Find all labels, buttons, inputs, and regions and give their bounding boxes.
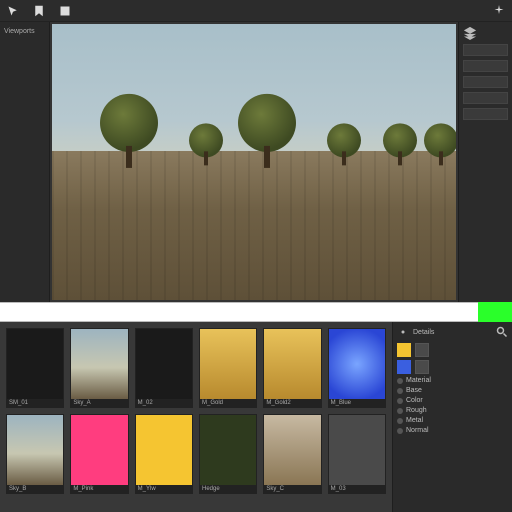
right-rail-slot[interactable]: [463, 108, 508, 120]
viewport-panel: [50, 22, 458, 302]
main-row: Viewports: [0, 22, 512, 302]
stop-icon[interactable]: [58, 4, 72, 18]
go-button[interactable]: [478, 302, 512, 322]
sparkle-icon[interactable]: [492, 4, 506, 18]
asset-label: M_Blue: [329, 399, 385, 407]
viewport-ground: [52, 151, 456, 300]
asset-label: Sky_C: [264, 485, 320, 493]
scene-tree: [189, 123, 223, 165]
swatch-yellow[interactable]: [397, 343, 411, 357]
asset-thumb: [7, 329, 63, 399]
inspector-row[interactable]: Material: [397, 377, 508, 384]
right-rail-slot[interactable]: [463, 92, 508, 104]
asset-label: M_Ylw: [136, 485, 192, 493]
inspector-panel: Details Material Base Color Rough Metal …: [392, 322, 512, 512]
swatch-grey[interactable]: [415, 343, 429, 357]
asset-item[interactable]: M_Blue: [328, 328, 386, 408]
right-rail-slot[interactable]: [463, 44, 508, 56]
search-icon[interactable]: [496, 326, 508, 338]
asset-thumb: [71, 415, 127, 485]
top-toolbar: [0, 0, 512, 22]
asset-item[interactable]: M_Gold2: [263, 328, 321, 408]
right-rail: [458, 22, 512, 302]
scene-tree: [383, 123, 417, 165]
asset-label: M_02: [136, 399, 192, 407]
inspector-swatch-row: [397, 343, 508, 357]
bookmark-icon[interactable]: [32, 4, 46, 18]
asset-thumb: [200, 329, 256, 399]
asset-item[interactable]: M_Ylw: [135, 414, 193, 494]
asset-label: M_Gold: [200, 399, 256, 407]
asset-grid: SM_01 Sky_A M_02 M_Gold M_Gold2 M_Blue S…: [0, 322, 392, 512]
asset-thumb: [264, 415, 320, 485]
pointer-icon[interactable]: [6, 4, 20, 18]
scene-tree: [238, 94, 296, 168]
gear-icon[interactable]: [397, 326, 409, 338]
asset-thumb: [7, 415, 63, 485]
asset-thumb: [264, 329, 320, 399]
inspector-row[interactable]: Base: [397, 387, 508, 394]
asset-item[interactable]: M_03: [328, 414, 386, 494]
asset-item[interactable]: Sky_B: [6, 414, 64, 494]
asset-item[interactable]: M_Pink: [70, 414, 128, 494]
asset-label: M_Gold2: [264, 399, 320, 407]
scene-tree: [327, 123, 361, 165]
asset-label: M_03: [329, 485, 385, 493]
inspector-title: Details: [413, 329, 434, 336]
swatch-blue[interactable]: [397, 360, 411, 374]
asset-label: M_Pink: [71, 485, 127, 493]
inspector-row[interactable]: Metal: [397, 417, 508, 424]
right-rail-slot[interactable]: [463, 76, 508, 88]
asset-item[interactable]: M_Gold: [199, 328, 257, 408]
scene-viewport[interactable]: [52, 24, 456, 300]
asset-item[interactable]: M_02: [135, 328, 193, 408]
asset-thumb: [200, 415, 256, 485]
left-rail-title: Viewports: [4, 28, 45, 35]
asset-label: SM_01: [7, 399, 63, 407]
asset-item[interactable]: Sky_C: [263, 414, 321, 494]
asset-item[interactable]: SM_01: [6, 328, 64, 408]
inspector-row[interactable]: Color: [397, 397, 508, 404]
asset-thumb: [329, 329, 385, 399]
asset-label: Sky_B: [7, 485, 63, 493]
asset-label: Sky_A: [71, 399, 127, 407]
asset-thumb: [71, 329, 127, 399]
scene-tree: [100, 94, 158, 168]
asset-thumb: [136, 329, 192, 399]
asset-label: Hedge: [200, 485, 256, 493]
scene-tree: [424, 123, 456, 165]
asset-thumb: [136, 415, 192, 485]
inspector-swatch-row: [397, 360, 508, 374]
left-rail: Viewports: [0, 22, 50, 302]
swatch-grey[interactable]: [415, 360, 429, 374]
asset-item[interactable]: Hedge: [199, 414, 257, 494]
asset-thumb: [329, 415, 385, 485]
asset-item[interactable]: Sky_A: [70, 328, 128, 408]
inspector-row[interactable]: Rough: [397, 407, 508, 414]
address-strip: [0, 302, 512, 322]
assets-row: SM_01 Sky_A M_02 M_Gold M_Gold2 M_Blue S…: [0, 322, 512, 512]
right-rail-slot[interactable]: [463, 60, 508, 72]
inspector-row[interactable]: Normal: [397, 427, 508, 434]
layers-icon[interactable]: [463, 26, 477, 40]
